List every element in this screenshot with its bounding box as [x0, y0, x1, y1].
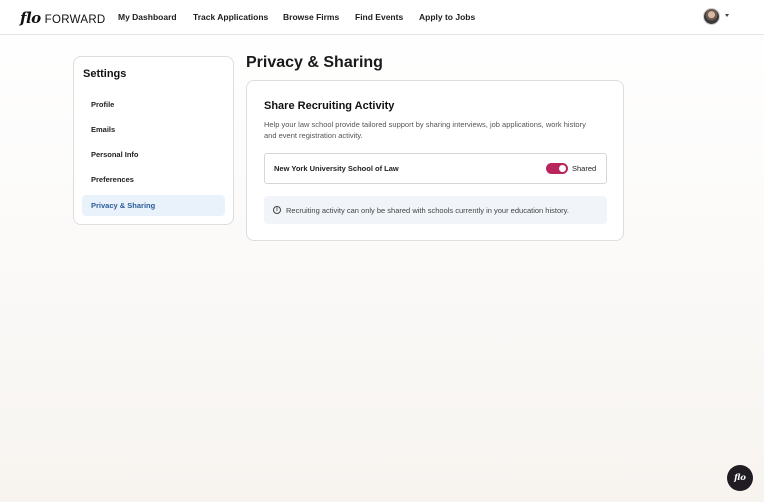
nav-my-dashboard[interactable]: My Dashboard	[118, 12, 177, 22]
info-notice: i Recruiting activity can only be shared…	[264, 196, 607, 224]
info-icon: i	[273, 206, 281, 214]
chat-icon[interactable]: flo	[727, 465, 753, 491]
settings-sidebar: Settings Profile Emails Personal Info Pr…	[73, 56, 234, 225]
settings-item-emails[interactable]: Emails	[82, 119, 225, 140]
chevron-down-icon[interactable]	[725, 14, 729, 17]
settings-item-preferences[interactable]: Preferences	[82, 169, 225, 190]
page-title: Privacy & Sharing	[246, 54, 383, 71]
toggle-knob	[559, 165, 566, 172]
settings-item-profile[interactable]: Profile	[82, 94, 225, 115]
card-description: Help your law school provide tailored su…	[264, 120, 586, 140]
nav-browse-firms[interactable]: Browse Firms	[283, 12, 339, 22]
logo[interactable]: flo FORWARD	[20, 9, 106, 27]
nav-apply-to-jobs[interactable]: Apply to Jobs	[419, 12, 475, 22]
school-name: New York University School of Law	[274, 164, 399, 173]
card-title: Share Recruiting Activity	[264, 100, 395, 112]
school-sharing-row: New York University School of Law Shared	[264, 153, 607, 184]
settings-item-personal-info[interactable]: Personal Info	[82, 144, 225, 165]
share-recruiting-card: Share Recruiting Activity Help your law …	[246, 80, 624, 241]
toggle-label: Shared	[572, 164, 597, 173]
share-toggle[interactable]	[546, 163, 568, 174]
info-text: Recruiting activity can only be shared w…	[286, 206, 569, 215]
avatar[interactable]	[703, 8, 720, 25]
top-nav-bar: flo FORWARD My Dashboard Track Applicati…	[0, 0, 764, 35]
logo-mark: flo	[20, 9, 41, 27]
settings-title: Settings	[83, 68, 127, 80]
settings-item-privacy-sharing[interactable]: Privacy & Sharing	[82, 195, 225, 216]
nav-find-events[interactable]: Find Events	[355, 12, 403, 22]
nav-track-applications[interactable]: Track Applications	[193, 12, 268, 22]
logo-wordmark: FORWARD	[44, 14, 106, 26]
